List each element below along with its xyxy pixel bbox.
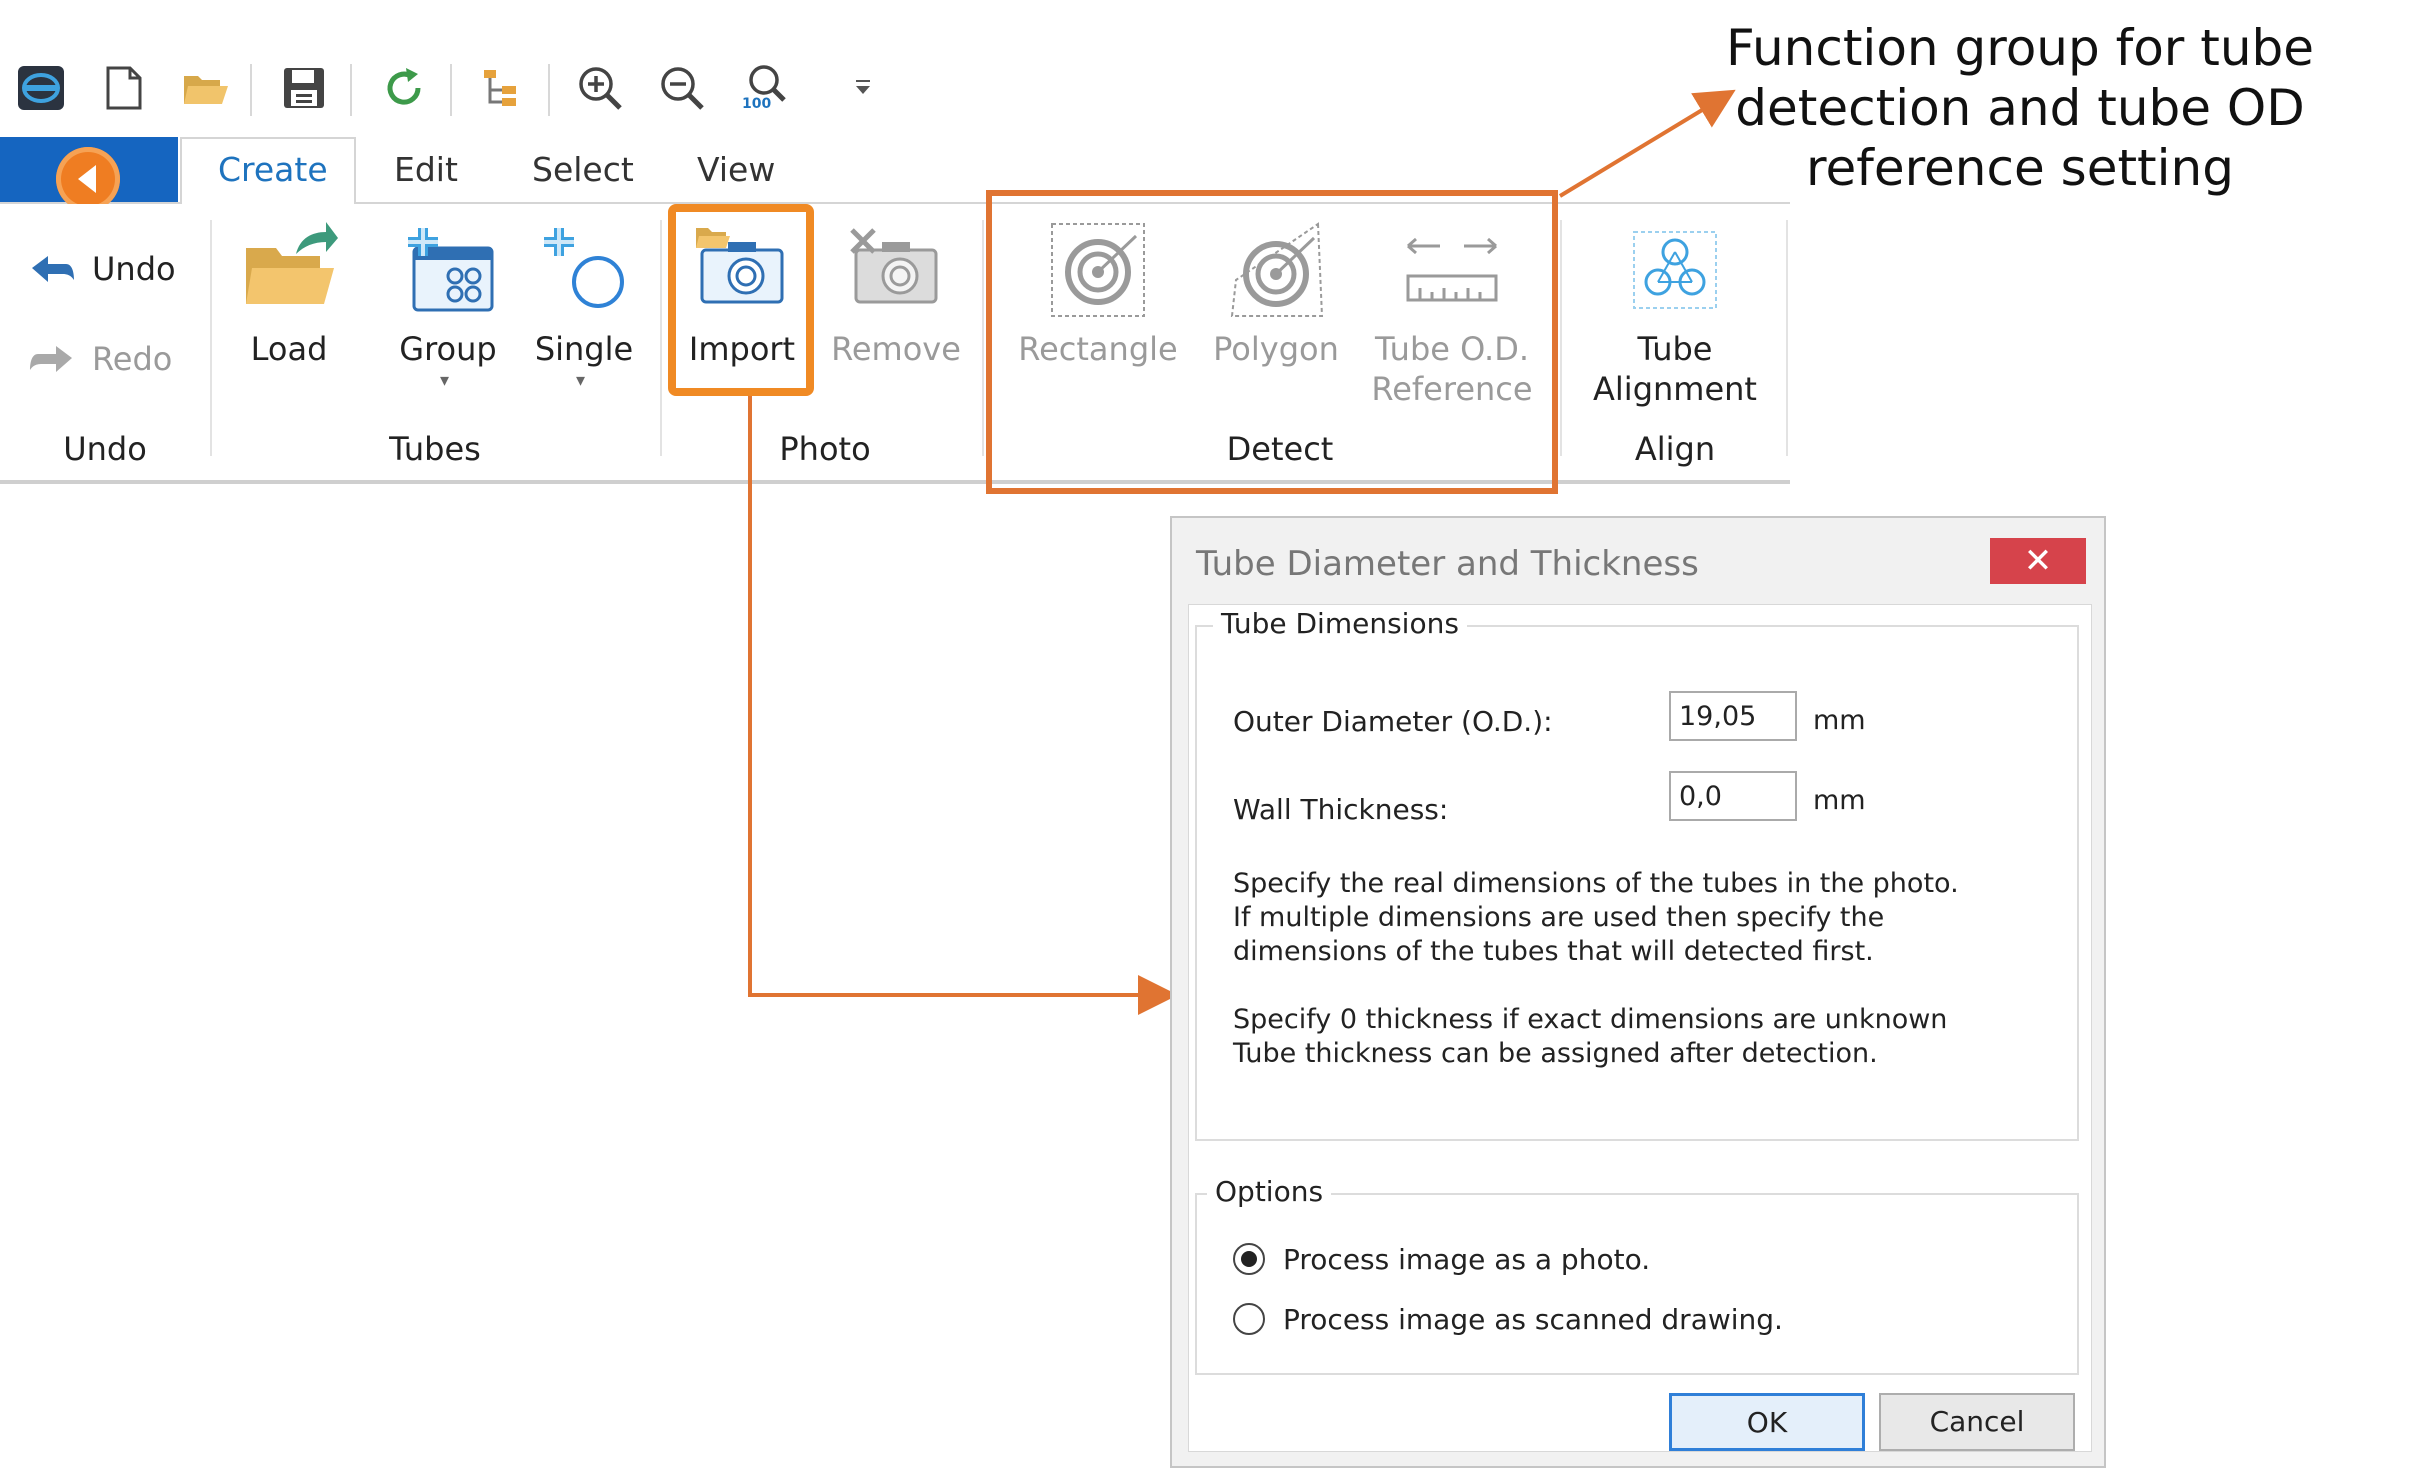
dialog-close-button[interactable]: ✕ [1990, 538, 2086, 584]
process-photo-label[interactable]: Process image as a photo. [1283, 1243, 1650, 1276]
options-legend: Options [1207, 1175, 1332, 1208]
callout-text: Function group for tube detection and tu… [1725, 19, 2315, 197]
outer-diameter-unit: mm [1813, 705, 1866, 736]
ok-button[interactable]: OK [1669, 1393, 1865, 1451]
dialog-title: Tube Diameter and Thickness [1196, 544, 1699, 584]
outer-diameter-input[interactable] [1669, 691, 1797, 741]
options-group [1195, 1193, 2079, 1375]
thickness-help-text: Specify 0 thickness if exact dimensions … [1233, 1004, 1948, 1069]
process-scanned-drawing-label[interactable]: Process image as scanned drawing. [1283, 1303, 1783, 1336]
dimensions-help-text: Specify the real dimensions of the tubes… [1233, 868, 1959, 967]
close-icon: ✕ [2023, 541, 2053, 581]
process-scanned-drawing-radio[interactable] [1233, 1303, 1265, 1335]
wall-thickness-unit: mm [1813, 785, 1866, 816]
radio-selected-dot [1241, 1251, 1257, 1267]
dialog-body: Tube Dimensions Outer Diameter (O.D.): m… [1188, 604, 2092, 1452]
wall-thickness-input[interactable] [1669, 771, 1797, 821]
cancel-button[interactable]: Cancel [1879, 1393, 2075, 1451]
outer-diameter-label: Outer Diameter (O.D.): [1233, 705, 1553, 738]
tube-dimensions-dialog: Tube Diameter and Thickness ✕ Tube Dimen… [1170, 516, 2106, 1468]
wall-thickness-label: Wall Thickness: [1233, 793, 1449, 826]
import-to-dialog-arrow [748, 396, 1178, 1015]
tube-dimensions-legend: Tube Dimensions [1213, 607, 1467, 640]
process-photo-radio[interactable] [1233, 1243, 1265, 1275]
